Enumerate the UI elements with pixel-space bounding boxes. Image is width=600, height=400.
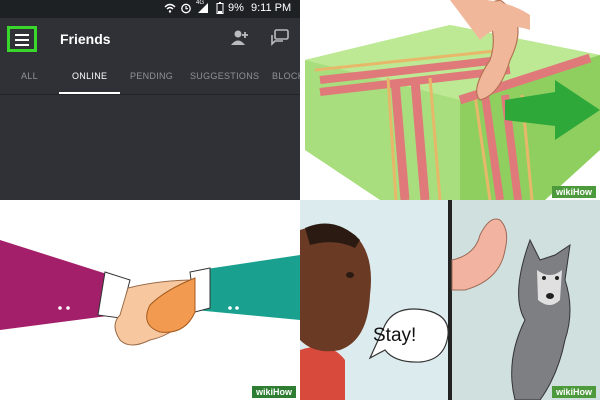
- page-title: Friends: [60, 31, 111, 47]
- tab-block[interactable]: BLOCK: [272, 71, 300, 81]
- watermark: wikiHow: [251, 386, 296, 398]
- battery-icon: [216, 2, 224, 14]
- handshake-illustration: wikiHow: [0, 200, 300, 400]
- clock-time: 9:11 PM: [251, 2, 292, 14]
- app-bar: Friends: [0, 18, 300, 60]
- status-bar: 4G 9% 9:11 PM: [0, 0, 300, 18]
- speech-bubble-text: Stay!: [373, 325, 417, 346]
- direct-message-icon[interactable]: [270, 29, 290, 47]
- tab-online[interactable]: ONLINE: [72, 71, 107, 81]
- battery-percent: 9%: [228, 2, 244, 14]
- active-tab-indicator: [59, 92, 120, 94]
- add-friend-icon[interactable]: [230, 29, 250, 47]
- watermark: wikiHow: [551, 386, 596, 398]
- tab-suggestions[interactable]: SUGGESTIONS: [190, 71, 259, 81]
- app-screenshot-panel: 4G 9% 9:11 PM Friends ALL ONLINE PENDING…: [0, 0, 300, 200]
- menu-button[interactable]: [7, 26, 37, 52]
- watermark: wikiHow: [551, 186, 596, 198]
- alarm-icon: [180, 2, 192, 14]
- wifi-icon: [164, 2, 176, 14]
- stay-command-illustration: Stay! wikiHow: [300, 200, 600, 400]
- tab-all[interactable]: ALL: [21, 71, 38, 81]
- gift-box-illustration: wikiHow: [300, 0, 600, 200]
- network-label: 4G: [196, 0, 205, 6]
- friends-tab-bar: ALL ONLINE PENDING SUGGESTIONS BLOCK: [0, 60, 300, 95]
- tab-pending[interactable]: PENDING: [130, 71, 173, 81]
